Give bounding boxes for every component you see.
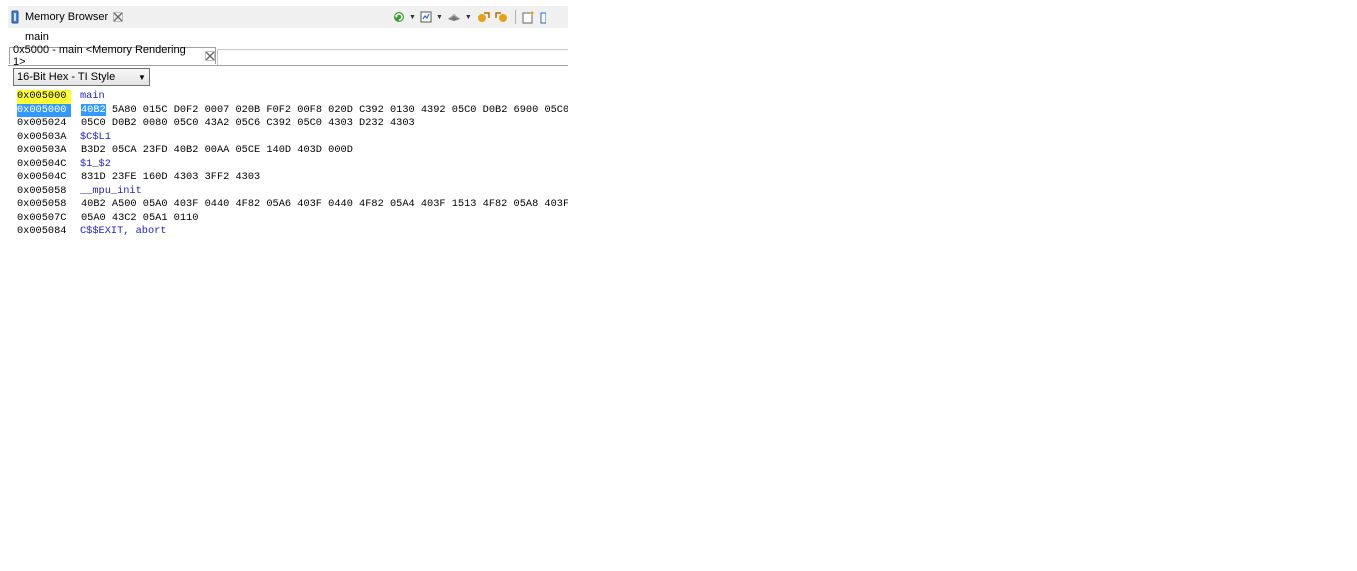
memory-label: main bbox=[80, 90, 105, 102]
toolbar-separator bbox=[514, 10, 516, 24]
close-icon[interactable] bbox=[205, 51, 215, 61]
memory-row[interactable]: 0x00504C 831D 23FE 160D 4303 3FF2 4303 bbox=[17, 171, 568, 185]
refresh-dropdown-icon[interactable]: ▼ bbox=[409, 14, 416, 21]
memory-words[interactable]: 40B2 A500 05A0 403F 0440 4F82 05A6 403F … bbox=[81, 198, 568, 210]
memory-row[interactable]: 0x00503A B3D2 05CA 23FD 40B2 00AA 05CE 14… bbox=[17, 144, 568, 158]
memory-row[interactable]: 0x00504C $1_$2 bbox=[17, 158, 568, 172]
rendering-tab-strip: 0x5000 - main <Memory Rendering 1> bbox=[8, 44, 568, 68]
view-title: Memory Browser bbox=[25, 11, 109, 23]
view-title-bar: Memory Browser ▼ ▼ ▼ bbox=[8, 6, 568, 28]
memory-browser-icon bbox=[10, 10, 20, 24]
memory-address: 0x00503A bbox=[17, 144, 67, 156]
memory-row[interactable]: 0x00507C 05A0 43C2 05A1 0110 bbox=[17, 212, 568, 226]
memory-browser-tab[interactable]: Memory Browser bbox=[10, 8, 123, 26]
memory-row[interactable]: 0x005084 C$$EXIT, abort bbox=[17, 225, 568, 238]
memory-row[interactable]: 0x00503A $C$L1 bbox=[17, 131, 568, 145]
memory-label: $1_$2 bbox=[80, 157, 111, 170]
rendering-tab-label: 0x5000 - main <Memory Rendering 1> bbox=[13, 44, 186, 68]
memory-label: C$$EXIT, abort bbox=[80, 225, 167, 237]
memory-rendering-tab[interactable]: 0x5000 - main <Memory Rendering 1> bbox=[9, 44, 216, 68]
memory-address: 0x005024 bbox=[17, 117, 67, 129]
memory-label: $C$L1 bbox=[80, 130, 111, 143]
memory-values[interactable]: 05A0 43C2 05A1 0110 bbox=[81, 212, 198, 226]
memory-address: 0x005058 bbox=[17, 184, 67, 197]
memory-address: 0x00507C bbox=[17, 211, 67, 224]
forward-icon[interactable] bbox=[475, 10, 491, 24]
memory-address: 0x00503A bbox=[17, 130, 67, 143]
memory-table[interactable]: 0x005000 main 0x005000 40B2 5A80 015C D0F2 … bbox=[17, 90, 568, 238]
selected-memory-word[interactable]: 40B2 bbox=[81, 103, 106, 116]
close-icon[interactable] bbox=[113, 12, 123, 22]
memory-values[interactable]: 40B2 5A80 015C D0F2 0007 020B F0F2 00F8 … bbox=[81, 103, 568, 118]
memory-address: 0x005084 bbox=[17, 225, 67, 237]
refresh-icon[interactable] bbox=[392, 10, 406, 24]
import-export-dropdown-icon[interactable]: ▼ bbox=[436, 14, 443, 21]
memory-row[interactable]: 0x005024 05C0 D0B2 0080 05C0 43A2 05C6 C3… bbox=[17, 117, 568, 131]
snapshot-dropdown-icon[interactable]: ▼ bbox=[465, 14, 472, 21]
memory-words[interactable]: 831D 23FE 160D 4303 3FF2 4303 bbox=[81, 171, 260, 183]
memory-address: 0x00504C bbox=[17, 157, 67, 170]
format-select[interactable]: 16-Bit Hex - TI Style ▼ bbox=[13, 68, 150, 86]
new-rendering-tab-area[interactable] bbox=[217, 49, 568, 65]
overflow-icon[interactable] bbox=[540, 10, 546, 24]
memory-words[interactable]: B3D2 05CA 23FD 40B2 00AA 05CE 140D 403D … bbox=[81, 144, 353, 156]
memory-values[interactable]: B3D2 05CA 23FD 40B2 00AA 05CE 140D 403D … bbox=[81, 144, 353, 158]
memory-address: 0x005058 bbox=[17, 198, 67, 210]
memory-words[interactable]: 05A0 43C2 05A1 0110 bbox=[81, 212, 198, 224]
back-icon[interactable] bbox=[494, 10, 510, 24]
format-select-value: 16-Bit Hex - TI Style bbox=[17, 71, 116, 83]
memory-row[interactable]: 0x005058 40B2 A500 05A0 403F 0440 4F82 05… bbox=[17, 198, 568, 212]
memory-address: 0x005000 bbox=[17, 90, 71, 104]
chevron-down-icon[interactable]: ▼ bbox=[135, 73, 149, 82]
memory-values[interactable]: 05C0 D0B2 0080 05C0 43A2 05C6 C392 05C0 … bbox=[81, 117, 415, 131]
snapshot-icon[interactable] bbox=[446, 10, 462, 24]
memory-address: 0x005000 bbox=[17, 103, 71, 117]
memory-row[interactable]: 0x005000 40B2 5A80 015C D0F2 0007 020B F0… bbox=[17, 103, 568, 118]
memory-address: 0x00504C bbox=[17, 171, 67, 183]
memory-label: __mpu_init bbox=[80, 184, 142, 197]
memory-values[interactable]: 831D 23FE 160D 4303 3FF2 4303 bbox=[81, 171, 260, 185]
view-toolbar: ▼ ▼ ▼ bbox=[392, 8, 546, 26]
import-export-icon[interactable] bbox=[419, 10, 433, 24]
memory-values[interactable]: 40B2 A500 05A0 403F 0440 4F82 05A6 403F … bbox=[81, 198, 568, 212]
memory-words[interactable]: 5A80 015C D0F2 0007 020B F0F2 00F8 020D … bbox=[112, 104, 568, 116]
memory-words[interactable]: 05C0 D0B2 0080 05C0 43A2 05C6 C392 05C0 … bbox=[81, 117, 415, 129]
memory-browser-view: Memory Browser ▼ ▼ ▼ main 0x5000 - main … bbox=[8, 6, 568, 238]
memory-row[interactable]: 0x005058 __mpu_init bbox=[17, 185, 568, 199]
address-input[interactable]: main bbox=[25, 31, 49, 43]
new-tab-icon[interactable] bbox=[521, 10, 537, 24]
memory-row[interactable]: 0x005000 main bbox=[17, 90, 568, 104]
